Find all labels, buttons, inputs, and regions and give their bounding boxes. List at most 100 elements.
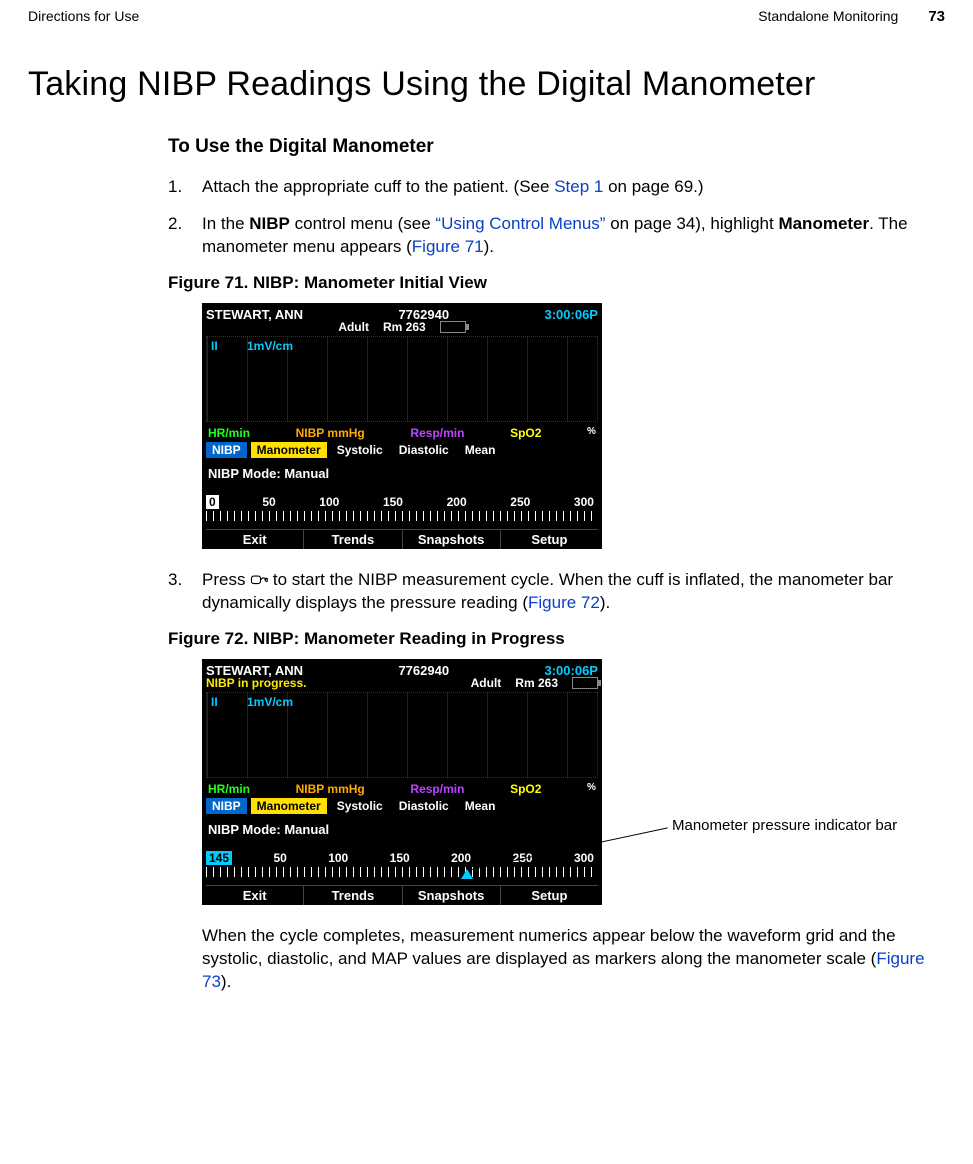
step-list-cont: 3. Press to start the NIBP measurement c… bbox=[168, 569, 928, 615]
step-2: 2. In the NIBP control menu (see “Using … bbox=[168, 213, 928, 259]
figure-72: STEWART, ANN 7762940 3:00:06P NIBP in pr… bbox=[202, 659, 928, 905]
manometer-indicator-icon bbox=[461, 869, 473, 879]
softkey-snapshots[interactable]: Snapshots bbox=[403, 530, 501, 549]
softkey-trends[interactable]: Trends bbox=[304, 530, 402, 549]
tab-nibp[interactable]: NIBP bbox=[206, 798, 247, 814]
step-text: control menu (see bbox=[290, 214, 436, 233]
step-text: ). bbox=[484, 237, 494, 256]
tab-diastolic[interactable]: Diastolic bbox=[393, 442, 455, 458]
softkey-setup[interactable]: Setup bbox=[501, 886, 598, 905]
header-left: Directions for Use bbox=[28, 8, 139, 25]
softkey-exit[interactable]: Exit bbox=[206, 530, 304, 549]
nibp-mode-line: NIBP Mode: Manual bbox=[208, 466, 598, 481]
battery-icon bbox=[572, 677, 598, 689]
step-text: ). bbox=[600, 593, 610, 612]
link-using-control-menus[interactable]: “Using Control Menus” bbox=[435, 214, 605, 233]
patient-name: STEWART, ANN bbox=[206, 307, 303, 322]
step-text: on page 34), highlight bbox=[605, 214, 778, 233]
param-resp: Resp/min bbox=[410, 426, 464, 440]
patient-id: 7762940 bbox=[398, 663, 449, 678]
scale-value: 145 bbox=[206, 851, 232, 865]
tab-manometer[interactable]: Manometer bbox=[251, 442, 327, 458]
scale-tick: 100 bbox=[328, 851, 348, 865]
patient-mode: Adult bbox=[338, 320, 369, 334]
param-nibp: NIBP mmHg bbox=[296, 782, 365, 796]
battery-icon bbox=[440, 321, 466, 333]
param-spo2: SpO2 bbox=[510, 426, 541, 440]
procedure-heading: To Use the Digital Manometer bbox=[168, 136, 928, 158]
gain-label: 1mV/cm bbox=[247, 695, 293, 709]
param-resp: Resp/min bbox=[410, 782, 464, 796]
scale-tick: 150 bbox=[383, 495, 403, 509]
link-figure-71[interactable]: Figure 71 bbox=[412, 237, 484, 256]
tab-mean[interactable]: Mean bbox=[459, 798, 502, 814]
tab-systolic[interactable]: Systolic bbox=[331, 442, 389, 458]
trailing-paragraph: When the cycle completes, measurement nu… bbox=[202, 925, 928, 994]
device-screen-71: STEWART, ANN 7762940 3:00:06P Adult Rm 2… bbox=[202, 303, 602, 549]
softkey-trends[interactable]: Trends bbox=[304, 886, 402, 905]
step-number: 1. bbox=[168, 176, 202, 199]
header-section: Standalone Monitoring bbox=[758, 8, 898, 24]
figure-71: STEWART, ANN 7762940 3:00:06P Adult Rm 2… bbox=[202, 303, 928, 549]
percent-label: % bbox=[587, 782, 596, 793]
gain-label: 1mV/cm bbox=[247, 339, 293, 353]
param-hr: HR/min bbox=[208, 782, 250, 796]
bold-nibp: NIBP bbox=[249, 214, 290, 233]
tab-diastolic[interactable]: Diastolic bbox=[393, 798, 455, 814]
step-list: 1. Attach the appropriate cuff to the pa… bbox=[168, 176, 928, 259]
scale-tick: 200 bbox=[451, 851, 471, 865]
step-1: 1. Attach the appropriate cuff to the pa… bbox=[168, 176, 928, 199]
page: Directions for Use Standalone Monitoring… bbox=[0, 0, 973, 1048]
step-number: 3. bbox=[168, 569, 202, 615]
step-text: In the bbox=[202, 214, 249, 233]
param-spo2: SpO2 bbox=[510, 782, 541, 796]
trailing-text: When the cycle completes, measurement nu… bbox=[202, 926, 896, 968]
tab-systolic[interactable]: Systolic bbox=[331, 798, 389, 814]
tab-row: NIBP Manometer Systolic Diastolic Mean bbox=[206, 442, 598, 458]
page-number: 73 bbox=[928, 8, 945, 25]
parameter-row: HR/min NIBP mmHg Resp/min SpO2 % bbox=[206, 426, 598, 440]
tab-mean[interactable]: Mean bbox=[459, 442, 502, 458]
softkey-exit[interactable]: Exit bbox=[206, 886, 304, 905]
step-3: 3. Press to start the NIBP measurement c… bbox=[168, 569, 928, 615]
percent-label: % bbox=[587, 426, 596, 437]
page-title: Taking NIBP Readings Using the Digital M… bbox=[28, 65, 945, 104]
step-text: Attach the appropriate cuff to the patie… bbox=[202, 177, 554, 196]
trailing-text: ). bbox=[221, 972, 231, 991]
waveform-grid: II 1mV/cm bbox=[206, 692, 598, 778]
parameter-row: HR/min NIBP mmHg Resp/min SpO2 % bbox=[206, 782, 598, 796]
tab-nibp[interactable]: NIBP bbox=[206, 442, 247, 458]
cuff-button-icon bbox=[250, 571, 268, 585]
manometer-scale: 0 50 100 150 200 250 300 bbox=[206, 495, 598, 523]
softkey-snapshots[interactable]: Snapshots bbox=[403, 886, 501, 905]
scale-ticks bbox=[206, 511, 598, 521]
softkey-setup[interactable]: Setup bbox=[501, 530, 598, 549]
step-text: Press bbox=[202, 570, 250, 589]
waveform-grid: II 1mV/cm bbox=[206, 336, 598, 422]
clock-time: 3:00:06P bbox=[545, 307, 598, 322]
nibp-status-message: NIBP in progress. bbox=[206, 676, 306, 690]
nibp-mode-line: NIBP Mode: Manual bbox=[208, 822, 598, 837]
scale-tick: 150 bbox=[390, 851, 410, 865]
scale-tick: 100 bbox=[319, 495, 339, 509]
softkey-row: Exit Trends Snapshots Setup bbox=[206, 885, 598, 905]
room-number: Rm 263 bbox=[515, 676, 558, 690]
param-hr: HR/min bbox=[208, 426, 250, 440]
step-text: on page 69.) bbox=[603, 177, 703, 196]
figure-72-caption: Figure 72. NIBP: Manometer Reading in Pr… bbox=[168, 629, 928, 649]
scale-tick: 250 bbox=[510, 495, 530, 509]
running-header: Directions for Use Standalone Monitoring… bbox=[28, 8, 945, 25]
softkey-row: Exit Trends Snapshots Setup bbox=[206, 529, 598, 549]
tab-manometer[interactable]: Manometer bbox=[251, 798, 327, 814]
link-figure-72[interactable]: Figure 72 bbox=[528, 593, 600, 612]
link-step1[interactable]: Step 1 bbox=[554, 177, 603, 196]
param-nibp: NIBP mmHg bbox=[296, 426, 365, 440]
scale-tick: 50 bbox=[262, 495, 275, 509]
scale-tick: 300 bbox=[574, 495, 594, 509]
figure-71-caption: Figure 71. NIBP: Manometer Initial View bbox=[168, 273, 928, 293]
callout-text: Manometer pressure indicator bar bbox=[672, 817, 897, 834]
scale-tick: 300 bbox=[574, 851, 594, 865]
patient-mode: Adult bbox=[471, 676, 502, 690]
room-number: Rm 263 bbox=[383, 320, 426, 334]
tab-row: NIBP Manometer Systolic Diastolic Mean bbox=[206, 798, 598, 814]
